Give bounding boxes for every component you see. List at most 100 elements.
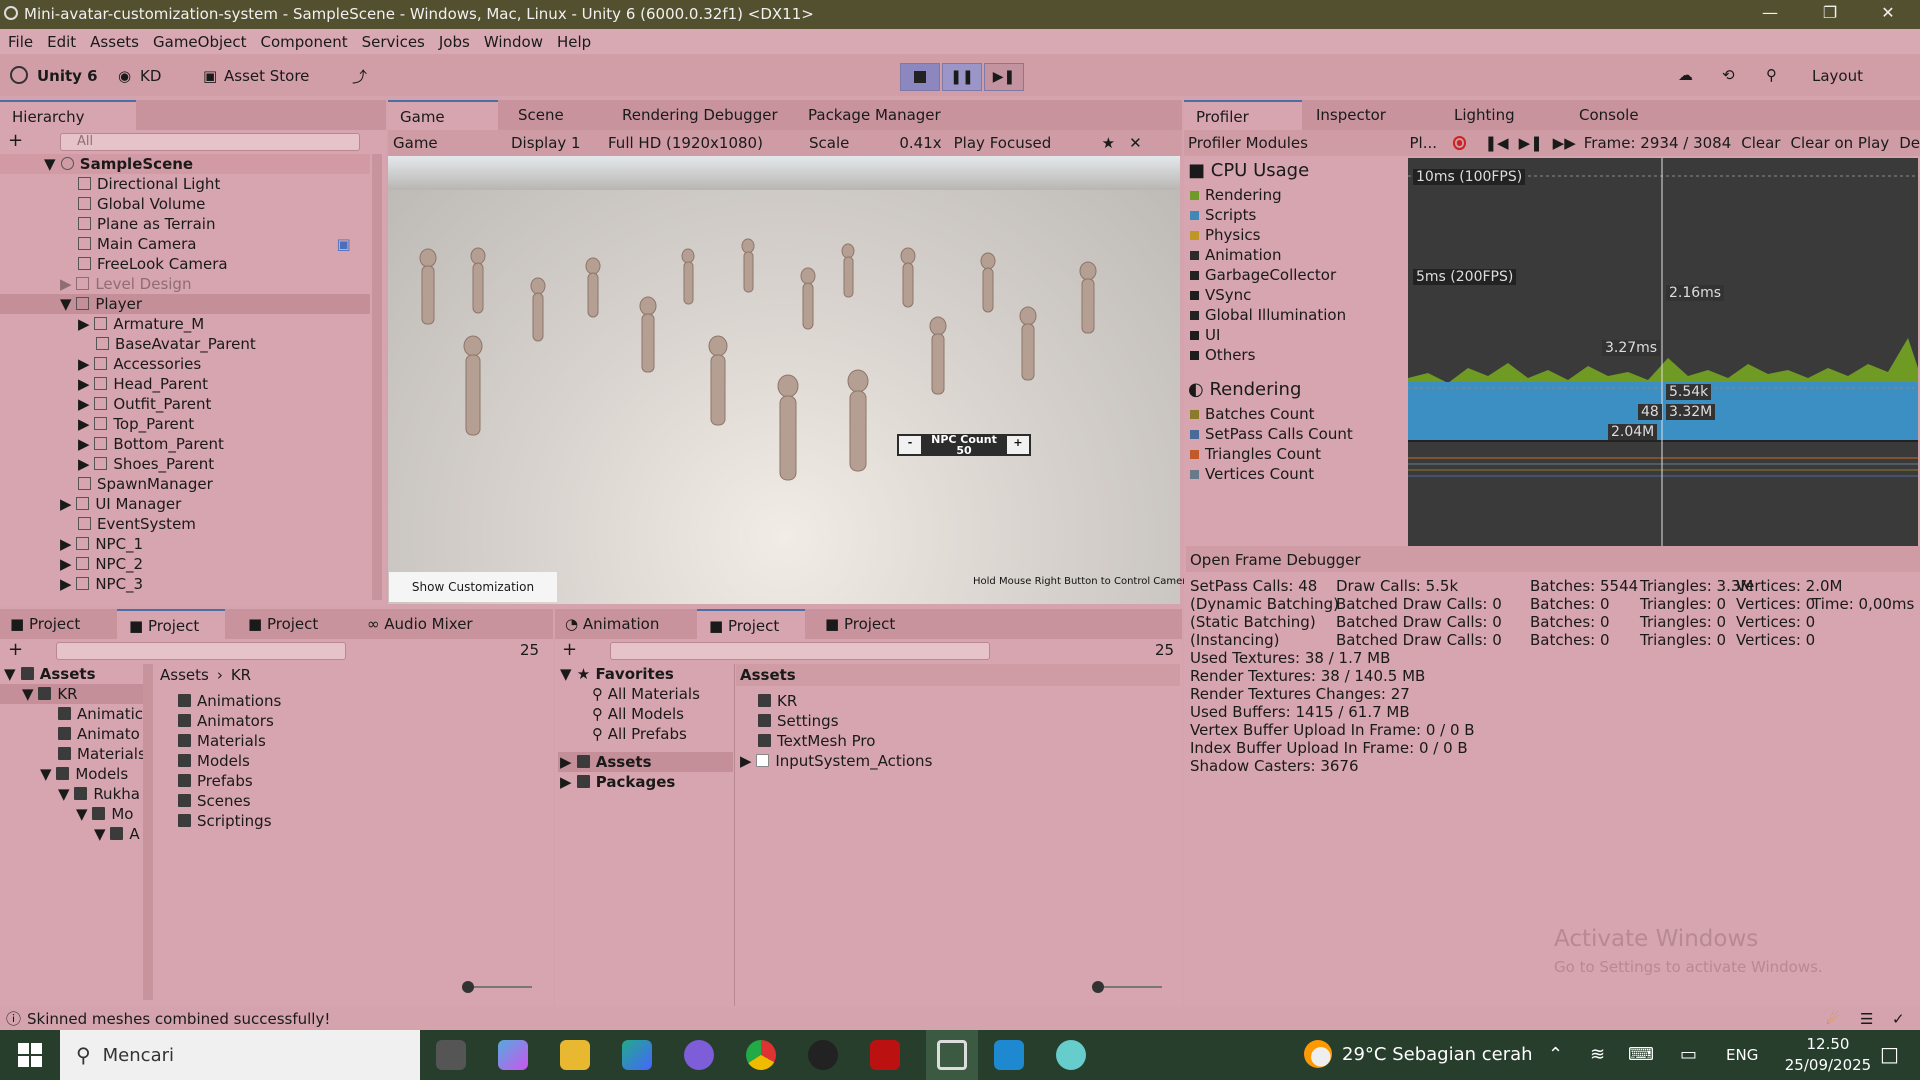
file-explorer-icon[interactable] [560,1040,590,1070]
prev-frame-button[interactable]: ❚◀ [1484,134,1508,152]
tree-item[interactable]: ▶ Outfit_Parent [0,394,370,414]
tree-item[interactable]: Animatic [0,704,150,724]
tab-inspector[interactable]: Inspector [1316,100,1386,130]
history-icon[interactable]: ⟲ [1722,66,1735,84]
tree-item[interactable]: ▼ KR [0,684,150,704]
tree-item[interactable]: ▶ Shoes_Parent [0,454,370,474]
create-asset-button-2[interactable]: + [562,639,577,660]
profiler-graph[interactable]: 10ms (100FPS) 5ms (200FPS) 2.16ms 3.27ms… [1408,158,1918,546]
menu-jobs[interactable]: Jobs [439,33,470,51]
project-left-scrollbar[interactable] [143,664,153,1000]
tab-package-manager[interactable]: Package Manager [808,100,941,130]
language-indicator[interactable]: ENG [1726,1046,1758,1064]
list-item[interactable]: TextMesh Pro [740,731,1180,751]
list-item[interactable]: Settings [740,711,1180,731]
unity-version-button[interactable]: Unity 6 [37,67,98,85]
game-mode-dropdown[interactable]: Game [393,134,503,152]
github-icon[interactable] [808,1040,838,1070]
breadcrumb-assets[interactable]: Assets [160,666,209,684]
folder-item[interactable]: Animations [178,691,548,711]
tab-lighting[interactable]: Lighting [1454,100,1515,130]
account-button[interactable]: KD [140,67,161,85]
tree-item[interactable]: ▶ Head_Parent [0,374,370,394]
profiler-target-dropdown[interactable]: Pl... [1409,134,1448,152]
tab-animation[interactable]: ◔ Animation [565,609,659,639]
game-viewport[interactable]: - NPC Count 50 + Show Customization Hold … [388,156,1193,604]
legend-item[interactable]: Physics [1190,225,1406,245]
favorite-item[interactable]: ⚲ All Models [558,704,733,724]
project-left-search-input[interactable] [56,642,346,660]
list-item[interactable]: KR [740,691,1180,711]
close-button[interactable]: ✕ [1858,3,1918,22]
slider-handle[interactable] [462,981,474,993]
chrome-icon[interactable] [746,1040,776,1070]
tree-item[interactable]: ▶ Bottom_Parent [0,434,370,454]
tree-item[interactable]: Plane as Terrain [0,214,370,234]
weather-text[interactable]: 29°C Sebagian cerah [1342,1044,1533,1065]
legend-item[interactable]: Animation [1190,245,1406,265]
chevron-up-icon[interactable]: ⌃ [1548,1044,1563,1065]
layers-icon[interactable]: ☰ [1860,1010,1873,1028]
play-focused-dropdown[interactable]: Play Focused [954,134,1094,152]
next-frame-button[interactable]: ▶❚ [1519,134,1543,152]
legend-item[interactable]: Batches Count [1190,404,1406,424]
tree-item[interactable]: ▶ Packages [558,772,733,792]
version-control-icon[interactable]: ⤴ [352,66,367,87]
tree-item[interactable]: ▼ Models [0,764,150,784]
restore-button[interactable]: ❐ [1800,3,1860,22]
legend-item[interactable]: Others [1190,345,1406,365]
breadcrumb-kr[interactable]: KR [231,666,251,684]
menu-file[interactable]: File [8,33,33,51]
folder-item[interactable]: Scenes [178,791,548,811]
activity-icon[interactable]: ☄ [1826,1010,1839,1028]
menu-edit[interactable]: Edit [47,33,76,51]
favorite-item[interactable]: ⚲ All Prefabs [558,724,733,744]
tab-audio-mixer[interactable]: ∞ Audio Mixer [367,609,473,639]
create-asset-button[interactable]: + [8,639,23,660]
clock-time[interactable]: 12.50 [1788,1035,1868,1053]
tree-item[interactable]: ▶ Top_Parent [0,414,370,434]
stop-button[interactable] [900,63,940,91]
tab-hierarchy[interactable]: Hierarchy [0,100,136,130]
profiler-modules-dropdown[interactable]: Profiler Modules [1188,134,1403,152]
hierarchy-search-input[interactable]: All [60,133,360,151]
tree-item[interactable]: ▶ NPC_3 [0,574,370,594]
m365-icon[interactable] [622,1040,652,1070]
favorites-header[interactable]: ▼ ★ Favorites [558,664,733,684]
clock-date[interactable]: 25/09/2025 [1782,1056,1874,1074]
copilot-icon[interactable] [498,1040,528,1070]
mute-audio-icon[interactable]: ✕ [1129,134,1142,152]
tree-item[interactable]: Animato [0,724,150,744]
bug-icon[interactable]: ★ [1102,134,1115,152]
legend-item[interactable]: Vertices Count [1190,464,1406,484]
favorite-item[interactable]: ⚲ All Materials [558,684,733,704]
legend-item[interactable]: UI [1190,325,1406,345]
open-frame-debugger-button[interactable]: Open Frame Debugger [1190,551,1361,569]
tree-item[interactable]: ▶ Armature_M [0,314,370,334]
menu-services[interactable]: Services [362,33,425,51]
weather-icon[interactable] [1304,1040,1332,1068]
tab-project-4[interactable]: ■ Project [697,609,805,639]
tab-project-1[interactable]: ■ Project [10,609,80,639]
tab-console[interactable]: Console [1579,100,1639,130]
tab-scene[interactable]: Scene [512,100,564,130]
deep-profile-button[interactable]: De [1899,134,1920,152]
cloud-icon[interactable]: ☁ [1678,66,1693,84]
asset-store-button[interactable]: Asset Store [224,67,309,85]
tab-game[interactable]: Game [388,100,498,130]
pause-button[interactable]: ❚❚ [942,63,982,91]
tree-item[interactable]: ▼ Rukha [0,784,150,804]
search-icon[interactable]: ⚲ [1766,66,1777,84]
tree-item[interactable]: ▶ UI Manager [0,494,370,514]
legend-item[interactable]: Scripts [1190,205,1406,225]
status-message[interactable]: Skinned meshes combined successfully! [27,1010,330,1028]
tree-item[interactable]: Materials [0,744,150,764]
tree-item[interactable]: Main Camera ▣ [0,234,370,254]
tree-item[interactable]: BaseAvatar_Parent [0,334,370,354]
paint-icon[interactable] [1056,1040,1086,1070]
list-item[interactable]: ▶ InputSystem_Actions [740,751,1180,771]
legend-item[interactable]: Global Illumination [1190,305,1406,325]
tree-item[interactable]: FreeLook Camera [0,254,370,274]
minimize-button[interactable]: — [1740,3,1800,22]
notification-icon[interactable]: □ [1880,1042,1899,1066]
